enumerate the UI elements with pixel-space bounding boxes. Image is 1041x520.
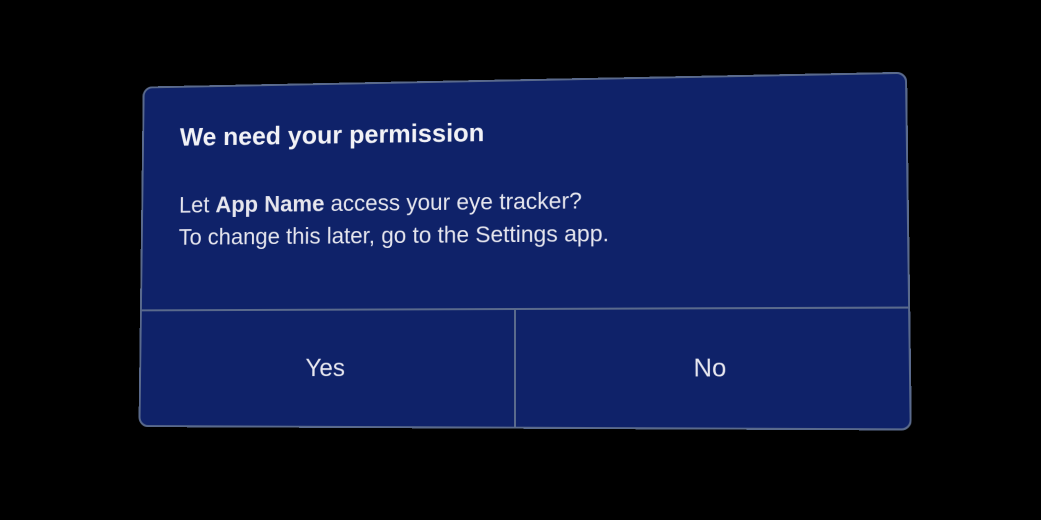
app-name-placeholder: App Name bbox=[215, 191, 324, 218]
dialog-message: Let App Name access your eye tracker? To… bbox=[178, 181, 867, 254]
dialog-body: We need your permission Let App Name acc… bbox=[142, 74, 908, 310]
message-text-pre: Let bbox=[179, 192, 216, 218]
dialog-button-row: Yes No bbox=[140, 307, 909, 429]
message-text-line2: To change this later, go to the Settings… bbox=[179, 221, 609, 250]
yes-button[interactable]: Yes bbox=[140, 310, 516, 427]
dialog-title: We need your permission bbox=[180, 111, 867, 152]
permission-dialog: We need your permission Let App Name acc… bbox=[138, 72, 911, 431]
no-button[interactable]: No bbox=[516, 309, 910, 429]
message-text-post: access your eye tracker? bbox=[324, 187, 582, 216]
